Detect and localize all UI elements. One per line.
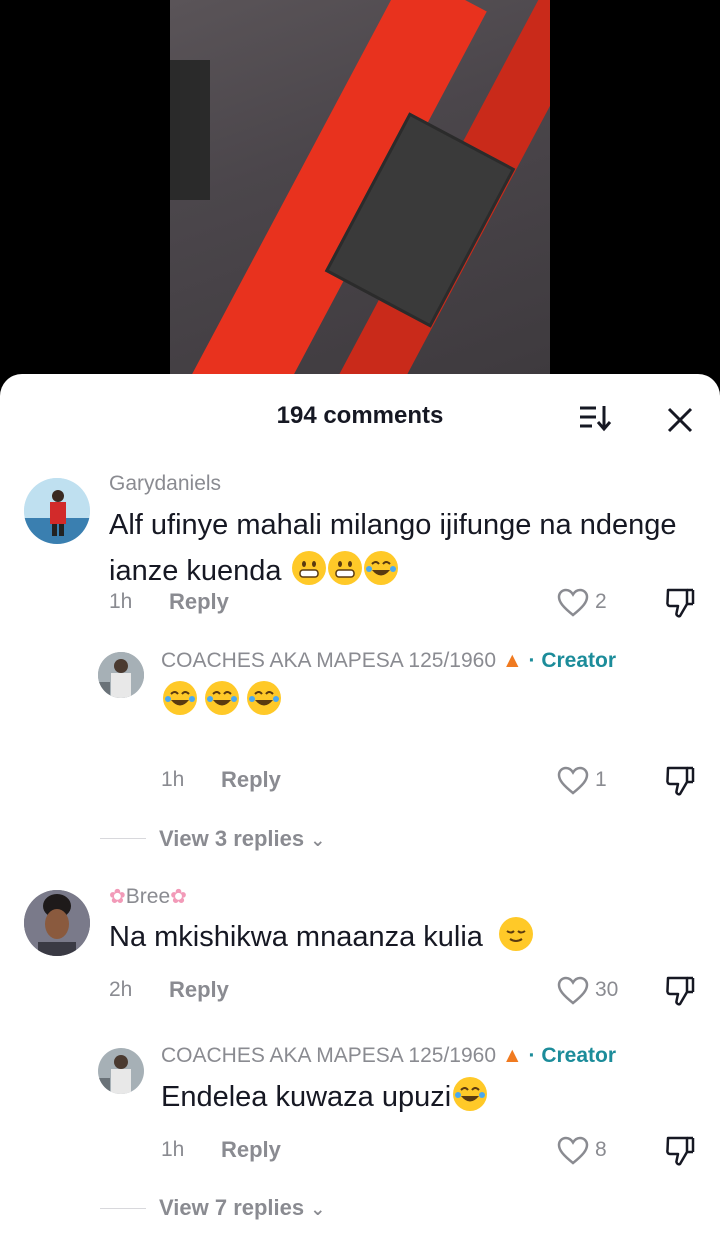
thumbs-down-icon[interactable] xyxy=(663,586,697,620)
creator-badge: · Creator xyxy=(528,1044,617,1067)
thumbs-down-icon[interactable] xyxy=(663,1134,697,1168)
grinning-emoji-icon xyxy=(327,551,362,585)
reply-button[interactable]: Reply xyxy=(221,1137,281,1163)
comments-header: 194 comments xyxy=(0,374,720,458)
comment-username[interactable]: Garydaniels xyxy=(109,472,221,496)
reply-time: 1h xyxy=(161,1138,185,1161)
avatar[interactable] xyxy=(98,652,144,698)
comment-text: Na mkishikwa mnaanza kulia xyxy=(109,914,533,960)
video-frame xyxy=(170,0,550,380)
thumbs-down-icon[interactable] xyxy=(663,764,697,798)
grinning-emoji-icon xyxy=(291,551,326,585)
heart-outline-icon[interactable] xyxy=(557,1136,589,1166)
comment-username[interactable]: ✿Bree✿ xyxy=(109,884,187,909)
reply-username[interactable]: COACHES AKA MAPESA 125/1960 ▲ · Creator xyxy=(161,649,616,673)
laughing-tears-emoji-icon xyxy=(205,681,239,715)
comment-text: Alf ufinye mahali milango ijifunge na nd… xyxy=(109,509,677,587)
reply-username[interactable]: COACHES AKA MAPESA 125/1960 ▲ · Creator xyxy=(161,1044,616,1068)
avatar[interactable] xyxy=(98,1048,144,1094)
reply-button[interactable]: Reply xyxy=(169,589,229,615)
view-replies-button[interactable]: View 7 replies ⌄ xyxy=(159,1195,325,1221)
relieved-emoji-icon xyxy=(499,917,533,951)
video-player[interactable] xyxy=(0,0,720,390)
reply-text: Endelea kuwaza upuzi xyxy=(161,1074,488,1120)
creator-badge: · Creator xyxy=(528,649,617,672)
laughing-tears-emoji-icon xyxy=(247,681,281,715)
reply-button[interactable]: Reply xyxy=(221,767,281,793)
comment-time: 1h xyxy=(109,590,133,613)
comment-time: 2h xyxy=(109,978,133,1001)
divider xyxy=(100,1208,146,1209)
like-count: 1 xyxy=(595,768,607,791)
fire-emoji-icon: ▲ xyxy=(501,1044,523,1067)
reply-text xyxy=(161,678,281,724)
laughing-tears-emoji-icon xyxy=(453,1077,488,1111)
flower-emoji-icon: ✿ xyxy=(109,886,126,908)
divider xyxy=(100,838,146,839)
heart-outline-icon[interactable] xyxy=(557,766,589,796)
chevron-down-icon: ⌄ xyxy=(310,1199,326,1219)
avatar[interactable] xyxy=(24,478,90,544)
laughing-tears-emoji-icon xyxy=(163,681,197,715)
laughing-tears-emoji-icon xyxy=(363,551,398,585)
like-count: 8 xyxy=(595,1138,607,1161)
comments-sheet: 194 comments Garydaniels Alf ufinye maha… xyxy=(0,374,720,1240)
comment-count: 194 comments xyxy=(276,402,444,429)
reply-time: 1h xyxy=(161,768,185,791)
fire-emoji-icon: ▲ xyxy=(501,649,523,672)
flower-emoji-icon: ✿ xyxy=(170,886,187,908)
heart-outline-icon[interactable] xyxy=(557,976,589,1006)
sort-icon[interactable] xyxy=(578,404,612,432)
avatar[interactable] xyxy=(24,890,90,956)
reply-button[interactable]: Reply xyxy=(169,977,229,1003)
chevron-down-icon: ⌄ xyxy=(310,830,326,850)
view-replies-button[interactable]: View 3 replies ⌄ xyxy=(159,826,325,852)
close-icon[interactable] xyxy=(664,404,696,436)
heart-outline-icon[interactable] xyxy=(557,588,589,618)
thumbs-down-icon[interactable] xyxy=(663,974,697,1008)
like-count: 30 xyxy=(595,978,619,1001)
like-count: 2 xyxy=(595,590,607,613)
